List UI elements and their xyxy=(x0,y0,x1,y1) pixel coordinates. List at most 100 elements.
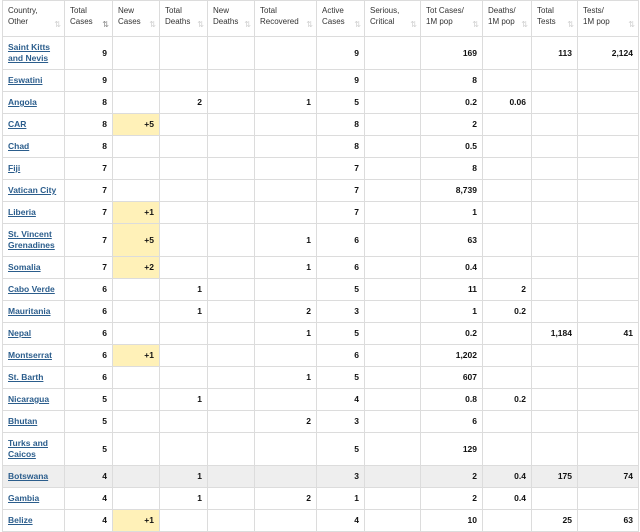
tests-1m-cell xyxy=(577,91,639,114)
header-new-deaths[interactable]: New Deaths ⇅ xyxy=(207,0,255,37)
total-tests-cell xyxy=(531,256,578,279)
total-cases-cell: 6 xyxy=(64,278,113,301)
sort-arrows-icon[interactable]: ⇅ xyxy=(197,19,204,30)
country-link[interactable]: Gambia xyxy=(8,493,39,503)
new-cases-cell xyxy=(112,69,160,92)
country-link[interactable]: Bhutan xyxy=(8,416,37,426)
new-cases-cell xyxy=(112,36,160,70)
total-deaths-cell xyxy=(159,322,208,345)
sort-arrows-icon[interactable]: ⇅ xyxy=(54,19,61,30)
sort-arrows-icon[interactable]: ⇅ xyxy=(306,19,313,30)
tests-1m-cell: 2,124 xyxy=(577,36,639,70)
country-link[interactable]: Saint Kitts and Nevis xyxy=(8,42,50,63)
country-link[interactable]: Liberia xyxy=(8,207,36,217)
tot-cases-1m-cell: 1,202 xyxy=(420,344,483,367)
country-link[interactable]: Angola xyxy=(8,97,37,107)
serious-critical-cell xyxy=(364,410,421,433)
header-total-recovered[interactable]: Total Recovered ⇅ xyxy=(254,0,317,37)
new-deaths-cell xyxy=(207,91,255,114)
header-total-deaths[interactable]: Total Deaths ⇅ xyxy=(159,0,208,37)
country-cell: Botswana xyxy=(2,465,65,488)
new-deaths-cell xyxy=(207,487,255,510)
header-tot-cases-1m[interactable]: Tot Cases/1M pop ⇅ xyxy=(420,0,483,37)
country-cell: Somalia xyxy=(2,256,65,279)
country-link[interactable]: Nepal xyxy=(8,328,31,338)
tests-1m-cell xyxy=(577,410,639,433)
country-link[interactable]: St. Vincent Grenadines xyxy=(8,229,55,250)
tot-cases-1m-cell: 0.4 xyxy=(420,256,483,279)
tot-cases-1m-cell: 129 xyxy=(420,432,483,466)
sort-arrows-icon[interactable]: ⇅ xyxy=(410,19,417,30)
header-deaths-1m[interactable]: Deaths/1M pop ⇅ xyxy=(482,0,532,37)
deaths-1m-cell xyxy=(482,179,532,202)
header-total-tests[interactable]: Total Tests ⇅ xyxy=(531,0,578,37)
country-link[interactable]: Cabo Verde xyxy=(8,284,55,294)
header-serious-critical[interactable]: Serious, Critical ⇅ xyxy=(364,0,421,37)
tests-1m-cell xyxy=(577,223,639,257)
total-tests-cell xyxy=(531,113,578,136)
total-recovered-cell xyxy=(254,69,317,92)
new-cases-cell: +5 xyxy=(112,113,160,136)
new-cases-cell xyxy=(112,322,160,345)
sort-arrows-icon[interactable]: ⇅ xyxy=(521,19,528,30)
total-tests-cell: 1,184 xyxy=(531,322,578,345)
total-deaths-cell xyxy=(159,135,208,158)
tot-cases-1m-cell: 11 xyxy=(420,278,483,301)
country-link[interactable]: Mauritania xyxy=(8,306,51,316)
total-cases-cell: 5 xyxy=(64,388,113,411)
serious-critical-cell xyxy=(364,91,421,114)
tests-1m-cell xyxy=(577,69,639,92)
country-cell: Belize xyxy=(2,509,65,532)
table-row: Chad 8 8 0.5 xyxy=(2,135,639,158)
country-link[interactable]: Belize xyxy=(8,515,33,525)
total-cases-cell: 6 xyxy=(64,366,113,389)
country-cell: Vatican City xyxy=(2,179,65,202)
total-deaths-cell: 1 xyxy=(159,278,208,301)
active-cases-cell: 9 xyxy=(316,36,365,70)
sort-arrows-icon[interactable]: ⇅ xyxy=(244,19,251,30)
country-link[interactable]: Montserrat xyxy=(8,350,52,360)
header-tests-1m[interactable]: Tests/1M pop ⇅ xyxy=(577,0,639,37)
tests-1m-cell xyxy=(577,344,639,367)
country-link[interactable]: Turks and Caicos xyxy=(8,438,48,459)
country-link[interactable]: Fiji xyxy=(8,163,20,173)
serious-critical-cell xyxy=(364,201,421,224)
country-link[interactable]: Nicaragua xyxy=(8,394,49,404)
header-active-cases[interactable]: Active Cases ⇅ xyxy=(316,0,365,37)
country-link[interactable]: Eswatini xyxy=(8,75,42,85)
total-cases-cell: 4 xyxy=(64,465,113,488)
serious-critical-cell xyxy=(364,69,421,92)
country-link[interactable]: Vatican City xyxy=(8,185,56,195)
header-country[interactable]: Country, Other ⇅ xyxy=(2,0,65,37)
header-new-cases[interactable]: New Cases ⇅ xyxy=(112,0,160,37)
country-link[interactable]: CAR xyxy=(8,119,26,129)
total-cases-cell: 4 xyxy=(64,487,113,510)
new-deaths-cell xyxy=(207,432,255,466)
total-cases-cell: 9 xyxy=(64,36,113,70)
sort-arrows-icon[interactable]: ⇅ xyxy=(472,19,479,30)
new-cases-cell xyxy=(112,432,160,466)
active-cases-cell: 6 xyxy=(316,223,365,257)
country-link[interactable]: Somalia xyxy=(8,262,41,272)
sort-arrows-icon[interactable]: ⇅ xyxy=(567,19,574,30)
serious-critical-cell xyxy=(364,179,421,202)
sort-arrows-icon[interactable]: ⇅ xyxy=(149,19,156,30)
tests-1m-cell: 74 xyxy=(577,465,639,488)
country-link[interactable]: Botswana xyxy=(8,471,48,481)
total-deaths-cell xyxy=(159,432,208,466)
total-recovered-cell: 2 xyxy=(254,410,317,433)
total-tests-cell: 25 xyxy=(531,509,578,532)
total-deaths-cell xyxy=(159,509,208,532)
country-link[interactable]: St. Barth xyxy=(8,372,43,382)
new-deaths-cell xyxy=(207,322,255,345)
active-cases-cell: 7 xyxy=(316,157,365,180)
header-total-cases[interactable]: Total Cases ⇅ xyxy=(64,0,113,37)
sort-arrows-icon[interactable]: ⇅ xyxy=(354,19,361,30)
sort-arrows-icon[interactable]: ⇅ xyxy=(102,19,109,30)
country-link[interactable]: Chad xyxy=(8,141,29,151)
total-cases-cell: 8 xyxy=(64,113,113,136)
tests-1m-cell xyxy=(577,135,639,158)
sort-arrows-icon[interactable]: ⇅ xyxy=(628,19,635,30)
total-cases-cell: 7 xyxy=(64,179,113,202)
active-cases-cell: 7 xyxy=(316,179,365,202)
